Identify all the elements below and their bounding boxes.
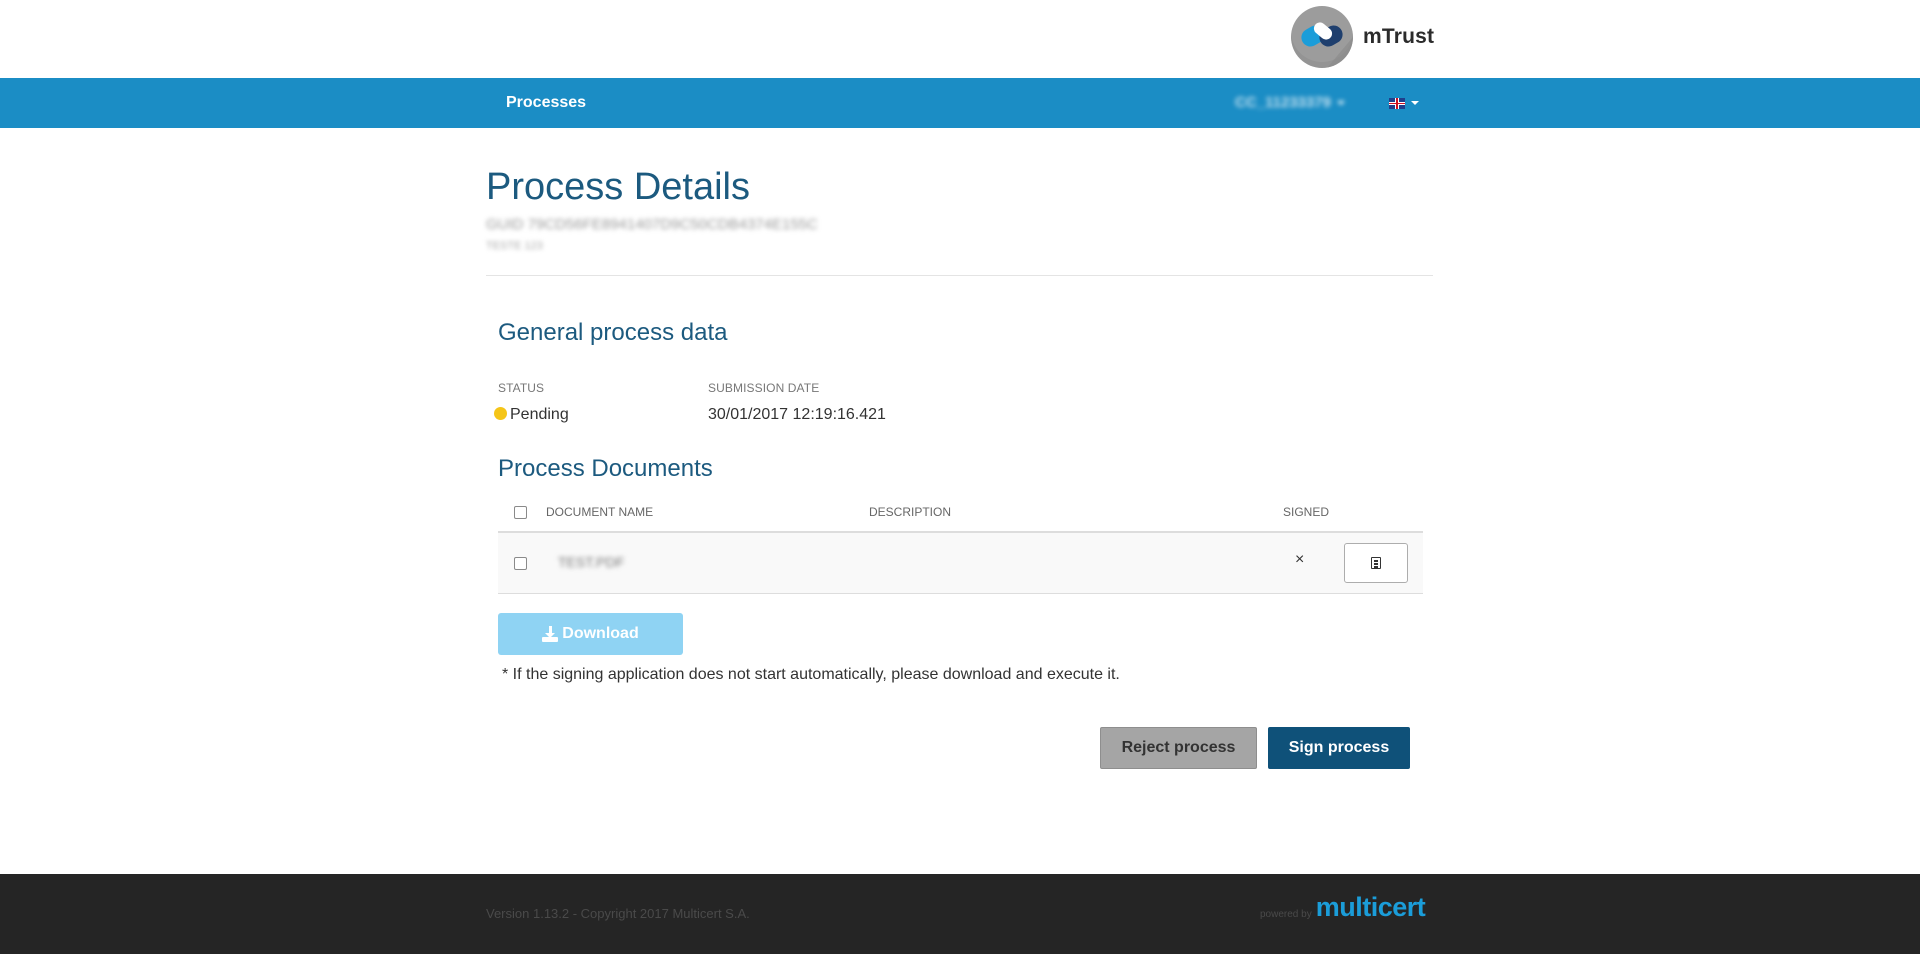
download-icon: [542, 626, 559, 642]
mtrust-logo[interactable]: mTrust: [1291, 6, 1434, 68]
status-pending-icon: [494, 407, 507, 420]
process-subtitle: TESTE 123: [486, 240, 543, 252]
column-signed: SIGNED: [1283, 505, 1330, 519]
status-value: Pending: [510, 406, 569, 423]
document-name[interactable]: TEST.PDF: [558, 554, 624, 570]
download-button[interactable]: Download: [498, 613, 683, 655]
page-title: Process Details: [486, 166, 750, 208]
column-document-name: DOCUMENT NAME: [546, 505, 654, 519]
process-guid: GUID 79CD56FE8941407D9C50CDB4374E155C: [486, 216, 818, 233]
table-row: TEST.PDF ×: [498, 533, 1423, 594]
brand-name: mTrust: [1363, 25, 1435, 48]
user-menu[interactable]: CC_11233379: [1235, 78, 1345, 128]
column-description: DESCRIPTION: [869, 505, 952, 519]
multicert-logo[interactable]: powered by multicert: [1260, 892, 1426, 923]
top-header: mTrust: [0, 0, 1920, 78]
footer-version: Version 1.13.2 - Copyright 2017 Multicer…: [486, 906, 750, 921]
view-document-button[interactable]: [1344, 543, 1408, 583]
chevron-down-icon: [1411, 101, 1419, 105]
language-selector[interactable]: [1389, 96, 1419, 110]
user-name: CC_11233379: [1235, 94, 1331, 111]
reject-process-button[interactable]: Reject process: [1100, 727, 1257, 769]
download-note: * If the signing application does not st…: [502, 666, 1120, 683]
table-header: DOCUMENT NAME DESCRIPTION SIGNED: [498, 495, 1423, 533]
mtrust-logo-icon: [1291, 6, 1353, 68]
powered-by-text: powered by: [1260, 909, 1312, 920]
sign-process-button[interactable]: Sign process: [1268, 727, 1410, 769]
chevron-down-icon: [1336, 101, 1345, 106]
status-label: STATUS: [498, 381, 545, 395]
row-checkbox[interactable]: [514, 557, 527, 570]
submission-date-label: SUBMISSION DATE: [708, 381, 820, 395]
header-divider: [486, 275, 1433, 276]
not-signed-icon: ×: [1295, 551, 1305, 568]
select-all-checkbox[interactable]: [514, 506, 527, 519]
footer: Version 1.13.2 - Copyright 2017 Multicer…: [0, 874, 1920, 954]
multicert-brand: multicert: [1315, 892, 1426, 922]
download-label: Download: [562, 625, 639, 642]
general-data-title: General process data: [498, 319, 728, 346]
main-navbar: Processes CC_11233379: [0, 78, 1920, 128]
documents-table: DOCUMENT NAME DESCRIPTION SIGNED TEST.PD…: [498, 495, 1423, 594]
document-icon: [1371, 557, 1381, 569]
uk-flag-icon: [1389, 97, 1405, 109]
submission-date-value: 30/01/2017 12:19:16.421: [708, 406, 886, 423]
nav-item-processes[interactable]: Processes: [506, 78, 586, 128]
documents-title: Process Documents: [498, 455, 713, 482]
